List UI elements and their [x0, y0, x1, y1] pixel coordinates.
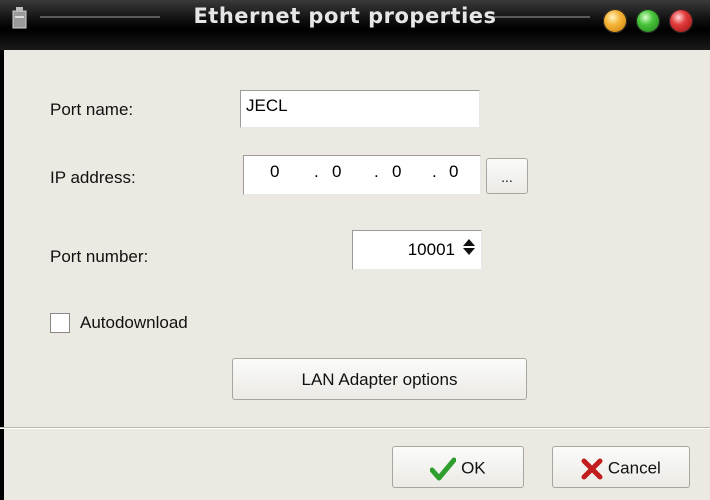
- port-number-spinbox[interactable]: 10001: [352, 230, 482, 270]
- autodownload-checkbox[interactable]: [50, 313, 70, 333]
- port-name-label: Port name:: [50, 100, 134, 119]
- cancel-button[interactable]: Cancel: [552, 446, 690, 488]
- title-bar[interactable]: Ethernet port properties: [0, 0, 710, 50]
- dialog-window: Ethernet port properties Port name: JECL…: [0, 0, 710, 500]
- ip-dot-1: .: [314, 162, 319, 181]
- ip-octet-2[interactable]: 0: [332, 162, 341, 182]
- spin-arrows-icon[interactable]: [462, 237, 476, 257]
- window-left-border: [0, 50, 4, 500]
- port-number-label: Port number:: [50, 247, 149, 266]
- ip-address-label: IP address:: [50, 168, 136, 187]
- window-title: Ethernet port properties: [193, 4, 497, 28]
- ip-dot-3: .: [432, 162, 437, 181]
- ip-octet-3[interactable]: 0: [392, 162, 401, 182]
- port-number-value: 10001: [407, 240, 455, 259]
- ip-octet-4[interactable]: 0: [449, 162, 458, 182]
- autodownload-label: Autodownload: [80, 313, 188, 332]
- port-name-value: JECL: [246, 96, 288, 115]
- ip-dot-2: .: [374, 162, 379, 181]
- lan-adapter-options-button[interactable]: LAN Adapter options: [232, 358, 527, 400]
- minimize-button[interactable]: [603, 9, 627, 33]
- ip-octet-1[interactable]: 0: [270, 162, 279, 182]
- maximize-button[interactable]: [636, 9, 660, 33]
- ip-browse-button[interactable]: ...: [486, 158, 528, 194]
- checkmark-icon: [430, 457, 457, 481]
- close-button[interactable]: [669, 9, 693, 33]
- ok-button[interactable]: OK: [392, 446, 524, 488]
- ok-label: OK: [461, 458, 486, 478]
- cancel-label: Cancel: [607, 458, 661, 478]
- port-name-input[interactable]: JECL: [240, 90, 480, 128]
- x-icon: [581, 458, 603, 480]
- footer-separator: [0, 427, 710, 429]
- ip-address-input[interactable]: 0 . 0 . 0 . 0: [243, 155, 481, 195]
